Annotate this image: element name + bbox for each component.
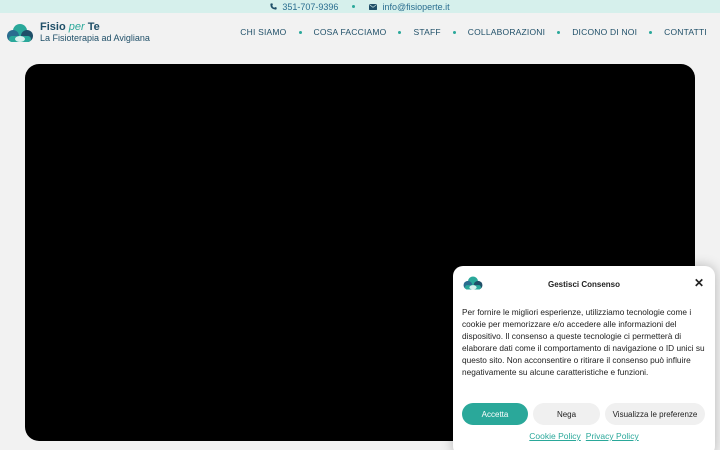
- brand-tagline: La Fisioterapia ad Avigliana: [40, 33, 150, 43]
- site-header: Fisio per Te La Fisioterapia ad Aviglian…: [0, 13, 720, 55]
- nav-item-staff[interactable]: STAFF: [413, 27, 440, 37]
- brand-name-start: Fisio: [40, 21, 66, 33]
- cookie-policy-link[interactable]: Cookie Policy: [529, 431, 581, 441]
- phone-number: 351-707-9396: [282, 1, 339, 12]
- cookie-buttons: Accetta Nega Visualizza le preferenze: [462, 403, 705, 425]
- nav-separator: [557, 30, 561, 34]
- accept-button[interactable]: Accetta: [462, 403, 528, 425]
- preferences-button[interactable]: Visualizza le preferenze: [605, 403, 705, 425]
- close-icon[interactable]: ✕: [694, 277, 704, 289]
- cloud-logo: [7, 23, 33, 42]
- nav-item-collaborazioni[interactable]: COLLABORAZIONI: [468, 27, 545, 37]
- nav-item-dicono-di-noi[interactable]: DICONO DI NOI: [572, 27, 637, 37]
- brand-name: Fisio per Te: [40, 21, 150, 33]
- email-address: info@fisioperte.it: [382, 1, 450, 12]
- cookie-text: Per fornire le migliori esperienze, util…: [462, 307, 705, 377]
- nav-item-cosa-facciamo[interactable]: COSA FACCIAMO: [314, 27, 387, 37]
- nav-separator: [649, 30, 653, 34]
- nav-item-chi-siamo[interactable]: CHI SIAMO: [240, 27, 286, 37]
- phone-icon: [270, 3, 278, 10]
- nav-separator: [452, 30, 456, 34]
- phone-link[interactable]: 351-707-9396: [270, 2, 338, 12]
- nav-separator: [398, 30, 402, 34]
- nav-separator: [298, 30, 302, 34]
- deny-button[interactable]: Nega: [533, 403, 600, 425]
- brand-name-mid: per: [68, 21, 85, 33]
- envelope-icon: [369, 3, 378, 10]
- privacy-policy-link[interactable]: Privacy Policy: [586, 431, 639, 441]
- main-nav: CHI SIAMO COSA FACCIAMO STAFF COLLABORAZ…: [240, 27, 707, 37]
- nav-item-contatti[interactable]: CONTATTI: [664, 27, 707, 37]
- cookie-title: Gestisci Consenso: [547, 280, 621, 289]
- separator-dot: [352, 5, 356, 8]
- cookie-consent-dialog: Gestisci Consenso ✕ Per fornire le migli…: [453, 266, 715, 450]
- site-logo[interactable]: Fisio per Te La Fisioterapia ad Aviglian…: [5, 21, 150, 44]
- email-link[interactable]: info@fisioperte.it: [369, 1, 450, 12]
- brand-text: Fisio per Te La Fisioterapia ad Aviglian…: [40, 21, 150, 44]
- policy-links: Cookie Policy Privacy Policy: [453, 431, 715, 441]
- brand-name-end: Te: [87, 21, 100, 33]
- top-contact-bar: 351-707-9396 info@fisioperte.it: [0, 0, 720, 13]
